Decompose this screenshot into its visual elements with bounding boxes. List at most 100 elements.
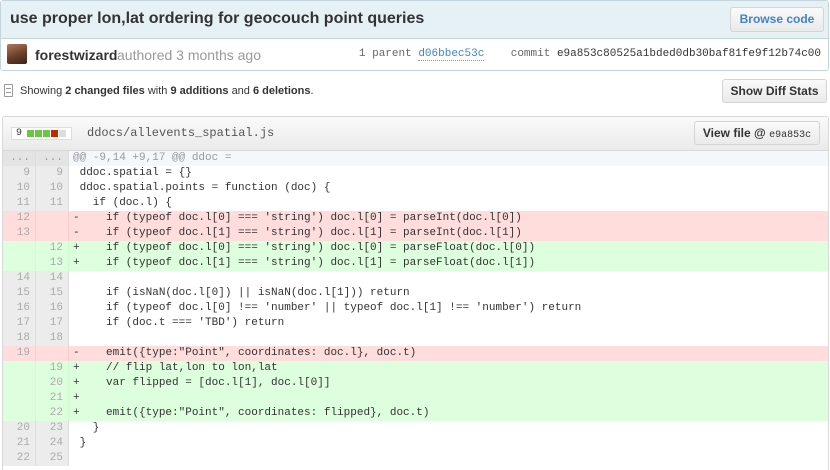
old-line-number[interactable]: 21 <box>3 436 36 451</box>
parent-sha-link[interactable]: d06bbec53c <box>418 48 485 61</box>
file-name[interactable]: ddocs/allevents_spatial.js <box>87 126 274 140</box>
diff-line: 14 14 <box>3 271 828 286</box>
diff-line: 13 + if (typeof doc.l[1] === 'string') do… <box>3 256 828 271</box>
old-line-number[interactable] <box>3 376 36 391</box>
old-line-number[interactable] <box>3 361 36 376</box>
new-line-number[interactable]: 18 <box>36 331 69 346</box>
diff-line: 19 - emit({type:"Point", coordinates: doc… <box>3 346 828 361</box>
file-diff: 9 ddocs/allevents_spatial.js View file @… <box>2 116 829 470</box>
old-line-number[interactable]: 16 <box>3 301 36 316</box>
new-line-number[interactable]: 23 <box>36 421 69 436</box>
commit-title: use proper lon,lat ordering for geocouch… <box>10 10 425 27</box>
line-code: @@ -9,14 +9,17 @@ ddoc = <box>69 151 828 166</box>
hunk-header-row: ...... @@ -9,14 +9,17 @@ ddoc = <box>3 151 828 166</box>
toc-changed-files[interactable]: 2 changed files <box>65 85 144 97</box>
diff-line: 99 ddoc.spatial = {} <box>3 166 828 181</box>
line-code <box>69 451 828 466</box>
author-link[interactable]: forestwizard <box>35 47 117 63</box>
old-line-number[interactable]: 17 <box>3 316 36 331</box>
old-line-number[interactable]: 9 <box>3 166 36 181</box>
diff-line: 16 16 if (typeof doc.l[0] !== 'number' ||… <box>3 301 828 316</box>
new-line-number[interactable]: 19 <box>36 361 69 376</box>
sha-block: 1 parent d06bbec53c commit e9a853c80525a… <box>359 48 821 61</box>
new-line-number[interactable]: 16 <box>36 301 69 316</box>
line-code: if (typeof doc.l[0] !== 'number' || type… <box>73 302 582 314</box>
old-line-number[interactable] <box>3 391 36 406</box>
toc-additions: 9 additions <box>170 85 229 97</box>
browse-code-button[interactable]: Browse code <box>730 7 824 32</box>
new-line-number[interactable]: 9 <box>36 166 69 181</box>
diff-line: 20 + var flipped = [doc.l[1], doc.l[0]] <box>3 376 828 391</box>
new-line-number[interactable]: 20 <box>36 376 69 391</box>
diff-line: 12 - if (typeof doc.l[0] === 'string') do… <box>3 211 828 226</box>
new-line-number[interactable]: 10 <box>36 181 69 196</box>
diff-line: 21 + <box>3 391 828 406</box>
diff-line: 12 + if (typeof doc.l[0] === 'string') do… <box>3 241 828 256</box>
line-code: ddoc.spatial.points = function (doc) { <box>73 182 331 194</box>
old-line-number[interactable]: 22 <box>3 451 36 466</box>
new-line-number[interactable]: 21 <box>36 391 69 406</box>
diffstat-blocks <box>27 130 67 137</box>
line-code: ddoc.spatial = {} <box>73 167 192 179</box>
diff-line: 17 17 if (doc.t === 'TBD') return <box>3 316 828 331</box>
commit-title-bar: use proper lon,lat ordering for geocouch… <box>1 1 828 39</box>
line-code: + if (typeof doc.l[0] === 'string') doc.… <box>69 241 828 256</box>
diff-line: 18 18 <box>3 331 828 346</box>
commit-sha: e9a853c80525a1bded0db30baf81fe9f12b74c00 <box>556 48 821 60</box>
toc-with: with <box>147 85 168 97</box>
old-line-number[interactable] <box>3 241 36 256</box>
old-line-number[interactable]: ... <box>3 151 36 166</box>
new-line-number[interactable]: 11 <box>36 196 69 211</box>
old-line-number[interactable]: 11 <box>3 196 36 211</box>
diff-table: ...... @@ -9,14 +9,17 @@ ddoc = 9 9 ddoc.sp… <box>3 151 828 466</box>
line-code: if (doc.l) { <box>73 197 173 209</box>
new-line-number[interactable]: 14 <box>36 271 69 286</box>
line-code <box>69 331 828 346</box>
toc-period: . <box>310 85 314 97</box>
new-line-number[interactable] <box>36 211 69 226</box>
show-diff-stats-button[interactable]: Show Diff Stats <box>722 79 827 103</box>
old-line-number[interactable]: 15 <box>3 286 36 301</box>
old-line-number[interactable]: 14 <box>3 271 36 286</box>
toc-summary: Showing 2 changed files with 9 additions… <box>20 85 314 97</box>
diff-line: 20 23 } <box>3 421 828 436</box>
avatar[interactable] <box>7 44 27 64</box>
new-line-number[interactable]: 17 <box>36 316 69 331</box>
file-diffstat: 9 <box>11 127 73 140</box>
file-header: 9 ddocs/allevents_spatial.js View file @… <box>3 117 828 151</box>
new-line-number[interactable] <box>36 226 69 241</box>
line-code: + var flipped = [doc.l[1], doc.l[0]] <box>69 376 828 391</box>
line-code: - if (typeof doc.l[1] === 'string') doc.… <box>69 226 828 241</box>
view-file-button[interactable]: View file @ e9a853c <box>694 121 820 145</box>
commit-label: commit <box>510 48 551 60</box>
new-line-number[interactable]: 13 <box>36 256 69 271</box>
old-line-number[interactable]: 12 <box>3 211 36 226</box>
line-code: if (doc.t === 'TBD') return <box>73 317 285 329</box>
line-code: + if (typeof doc.l[1] === 'string') doc.… <box>69 256 828 271</box>
diffstat-block <box>35 130 43 137</box>
old-line-number[interactable]: 20 <box>3 421 36 436</box>
line-code: + emit({type:"Point", coordinates: flipp… <box>69 406 828 421</box>
diffstat-block <box>59 130 67 137</box>
old-line-number[interactable]: 19 <box>3 346 36 361</box>
old-line-number[interactable]: 10 <box>3 181 36 196</box>
new-line-number[interactable]: 15 <box>36 286 69 301</box>
new-line-number[interactable] <box>36 346 69 361</box>
new-line-number[interactable]: 22 <box>36 406 69 421</box>
old-line-number[interactable]: 13 <box>3 226 36 241</box>
old-line-number[interactable] <box>3 406 36 421</box>
toc-bar: Showing 2 changed files with 9 additions… <box>0 79 830 105</box>
authored-time: authored 3 months ago <box>117 47 261 63</box>
new-line-number[interactable]: ... <box>36 151 69 166</box>
diff-line: 22 + emit({type:"Point", coordinates: fli… <box>3 406 828 421</box>
line-code: + <box>69 391 828 406</box>
new-line-number[interactable]: 25 <box>36 451 69 466</box>
new-line-number[interactable]: 24 <box>36 436 69 451</box>
toc-toggle-icon[interactable] <box>4 84 13 97</box>
line-code: + // flip lat,lon to lon,lat <box>69 361 828 376</box>
diffstat-block <box>43 130 51 137</box>
diff-line: 15 15 if (isNaN(doc.l[0]) || isNaN(doc.l[… <box>3 286 828 301</box>
new-line-number[interactable]: 12 <box>36 241 69 256</box>
old-line-number[interactable] <box>3 256 36 271</box>
old-line-number[interactable]: 18 <box>3 331 36 346</box>
